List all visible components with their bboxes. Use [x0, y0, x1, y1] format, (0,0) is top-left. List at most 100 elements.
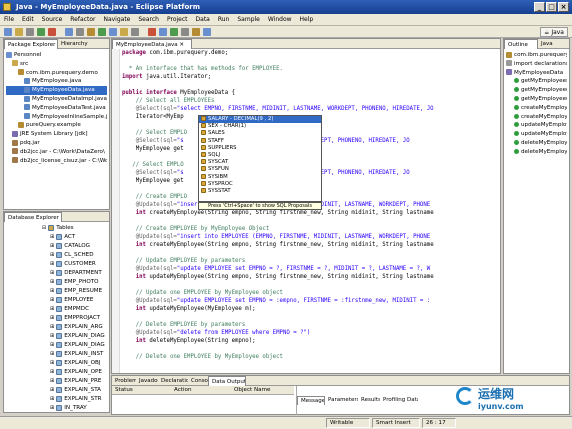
- outline-item[interactable]: getMyEmployees(): [506, 77, 567, 86]
- toolbar-tool-icon[interactable]: [120, 28, 128, 36]
- outline-item[interactable]: getMyEmployee(MyEmp: [506, 95, 567, 104]
- tab-hierarchy[interactable]: Hierarchy: [58, 39, 88, 49]
- content-assist-item[interactable]: SUPPLIERS: [199, 144, 321, 152]
- database-tree-item[interactable]: ⊞ CL_SCHED: [6, 251, 107, 260]
- expand-toggle-icon[interactable]: ⊞: [50, 396, 54, 402]
- subtab-profiling-data[interactable]: Profiling Data: [380, 396, 418, 405]
- outline-item[interactable]: updateMyEmployee(Str: [506, 121, 567, 130]
- package-tree-item[interactable]: MyEmployeeInlineSample.java: [6, 113, 107, 122]
- database-tree-item[interactable]: ⊞ CUSTOMER: [6, 260, 107, 269]
- database-tree-item[interactable]: ⊞ EXPLAIN_ARG: [6, 323, 107, 332]
- col-action[interactable]: Action: [174, 387, 192, 393]
- tab-myemployeedata[interactable]: MyEmployeeData.java ✕: [112, 39, 192, 49]
- expand-toggle-icon[interactable]: ⊞: [50, 288, 54, 294]
- expand-toggle-icon[interactable]: ⊞: [50, 315, 54, 321]
- outline-item[interactable]: com.ibm.purequery.demo: [506, 51, 567, 60]
- expand-toggle-icon[interactable]: ⊞: [50, 324, 54, 330]
- database-tree-item[interactable]: ⊞ EXPLAIN_DIAG: [6, 332, 107, 341]
- content-assist-item[interactable]: STAFF: [199, 137, 321, 145]
- tab-console[interactable]: Console: [188, 376, 208, 386]
- package-tree-item[interactable]: pureQuery.example: [6, 121, 107, 130]
- database-tree-item[interactable]: ⊞ EXPLAIN_DIAG: [6, 341, 107, 350]
- col-object-name[interactable]: Object Name: [234, 387, 271, 393]
- menu-navigate[interactable]: Navigate: [99, 14, 134, 26]
- subtab-messages[interactable]: Messages: [297, 396, 325, 405]
- database-tree-item[interactable]: ⊞ EMP_PHOTO: [6, 278, 107, 287]
- maximize-button[interactable]: □: [546, 2, 557, 12]
- database-tree-item[interactable]: ⊞ EXPLAIN_STA: [6, 386, 107, 395]
- toolbar-tool-icon[interactable]: [170, 28, 178, 36]
- menu-source[interactable]: Source: [38, 14, 67, 26]
- toolbar-tool-icon[interactable]: [4, 28, 12, 36]
- package-tree-item[interactable]: db2jcc.jar - C:\Work\DataZero\: [6, 148, 107, 157]
- toolbar-tool-icon[interactable]: [87, 28, 95, 36]
- outline-item[interactable]: createMyEmployee(MyE: [506, 113, 567, 122]
- expand-toggle-icon[interactable]: ⊞: [50, 360, 54, 366]
- content-assist-item[interactable]: SYSSTAT: [199, 187, 321, 195]
- expand-toggle-icon[interactable]: ⊞: [50, 306, 54, 312]
- menu-edit[interactable]: Edit: [18, 14, 38, 26]
- tab-problems[interactable]: Problems: [112, 376, 136, 386]
- expand-toggle-icon[interactable]: ⊞: [50, 297, 54, 303]
- content-assist-item[interactable]: SYSPROC: [199, 180, 321, 188]
- menu-help[interactable]: Help: [296, 14, 318, 26]
- toolbar-tool-icon[interactable]: [192, 28, 200, 36]
- menu-project[interactable]: Project: [163, 14, 192, 26]
- toolbar-tool-icon[interactable]: [109, 28, 117, 36]
- content-assist-item[interactable]: SYSIBM: [199, 173, 321, 181]
- perspective-java-button[interactable]: ☕ Java: [540, 27, 568, 37]
- content-assist-item[interactable]: SEX - CHAR(1): [199, 123, 321, 130]
- expand-toggle-icon[interactable]: ⊞: [50, 243, 54, 249]
- toolbar-tool-icon[interactable]: [98, 28, 106, 36]
- outline-item[interactable]: import declarations: [506, 60, 567, 69]
- content-assist-item[interactable]: SQLJ: [199, 151, 321, 159]
- toolbar-tool-icon[interactable]: [181, 28, 189, 36]
- subtab-results[interactable]: Results: [358, 396, 380, 405]
- menu-window[interactable]: Window: [264, 14, 296, 26]
- expand-toggle-icon[interactable]: ⊞: [50, 333, 54, 339]
- toolbar-tool-icon[interactable]: [26, 28, 34, 36]
- expand-toggle-icon[interactable]: ⊞: [50, 270, 54, 276]
- outline-item[interactable]: MyEmployeeData: [506, 69, 567, 78]
- expand-toggle-icon[interactable]: ⊞: [50, 234, 54, 240]
- tab-data-output[interactable]: Data Output: [208, 376, 246, 386]
- toolbar-tool-icon[interactable]: [131, 28, 139, 36]
- content-assist-item[interactable]: SALES: [199, 130, 321, 137]
- subtab-parameters[interactable]: Parameters: [325, 396, 358, 405]
- package-tree-item[interactable]: db2jcc_license_cisuz.jar - C:\Wo: [6, 157, 107, 166]
- expand-toggle-icon[interactable]: ⊞: [50, 369, 54, 375]
- outline-item[interactable]: createMyEmployee(Stri: [506, 104, 567, 113]
- expand-toggle-icon[interactable]: ⊞: [50, 279, 54, 285]
- expand-toggle-icon[interactable]: ⊞: [50, 351, 54, 357]
- code-area[interactable]: package com.ibm.purequery.demo; * An int…: [122, 49, 500, 373]
- package-tree-item[interactable]: MyEmployeeData.java: [6, 86, 107, 95]
- menu-data[interactable]: Data: [192, 14, 214, 26]
- toolbar-tool-icon[interactable]: [159, 28, 167, 36]
- database-tree-item[interactable]: ⊞ EMPLOYEE: [6, 296, 107, 305]
- database-tree-item[interactable]: ⊟ Tables: [6, 224, 107, 233]
- expand-toggle-icon[interactable]: ⊞: [50, 405, 54, 411]
- toolbar-tool-icon[interactable]: [148, 28, 156, 36]
- database-tree-item[interactable]: ⊞ EXPLAIN_OPE: [6, 368, 107, 377]
- database-tree-item[interactable]: ⊞ EMPPROJACT: [6, 314, 107, 323]
- content-assist-item[interactable]: SYSFUN: [199, 166, 321, 173]
- expand-toggle-icon[interactable]: ⊞: [50, 252, 54, 258]
- toolbar-tool-icon[interactable]: [37, 28, 45, 36]
- toolbar-tool-icon[interactable]: [76, 28, 84, 36]
- tab-database-explorer[interactable]: Database Explorer: [4, 212, 62, 222]
- menu-file[interactable]: File: [0, 14, 18, 26]
- database-tree-item[interactable]: ⊞ DEPARTMENT: [6, 269, 107, 278]
- tab-java[interactable]: Java: [538, 39, 566, 49]
- tab-declaration[interactable]: Declaration: [158, 376, 188, 386]
- outline-item[interactable]: updateMyEmployee(My: [506, 130, 567, 139]
- database-tree-item[interactable]: ⊞ EXPLAIN_INST: [6, 350, 107, 359]
- database-tree-item[interactable]: ⊞ EXPLAIN_OBJ: [6, 359, 107, 368]
- toolbar-tool-icon[interactable]: [48, 28, 56, 36]
- package-tree-item[interactable]: MyEmployeeDataImpl.java: [6, 95, 107, 104]
- expand-toggle-icon[interactable]: ⊞: [50, 378, 54, 384]
- package-tree-item[interactable]: src: [6, 60, 107, 69]
- package-tree-item[interactable]: MyEmployeeDataTest.java: [6, 104, 107, 113]
- expand-toggle-icon[interactable]: ⊞: [50, 342, 54, 348]
- database-tree-item[interactable]: ⊞ CATALOG: [6, 242, 107, 251]
- toolbar-tool-icon[interactable]: [203, 28, 211, 36]
